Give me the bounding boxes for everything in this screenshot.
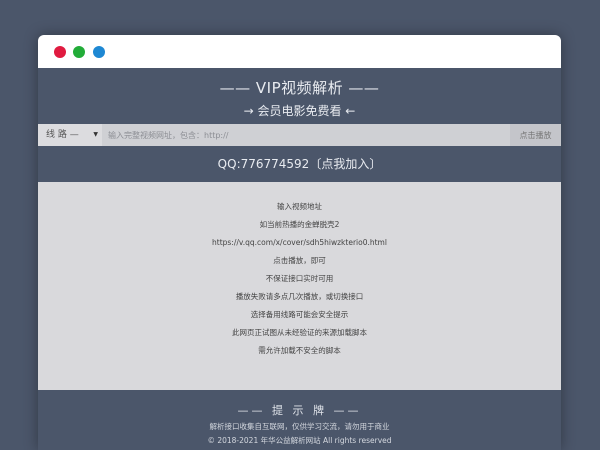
chevron-down-icon: ▼	[93, 131, 98, 138]
line-select-label: 线 路 —	[46, 130, 79, 140]
footer-copyright: © 2018-2021 年华公益解析网站 All rights reserved	[207, 436, 392, 445]
footer-title: —— 提 示 牌 ——	[237, 404, 362, 417]
instruction-line: 需允许加载不安全的脚本	[258, 346, 341, 355]
search-bar: 线 路 — ▼ 点击播放	[38, 124, 561, 146]
instruction-line: 此网页正试图从未经验证的来源加载脚本	[232, 328, 367, 337]
url-input[interactable]	[102, 124, 510, 146]
footer-disclaimer: 解析接口收集自互联网，仅供学习交流，请勿用于商业	[209, 422, 390, 431]
page-header: —— VIP视频解析 —— → 会员电影免费看 ←	[38, 68, 561, 124]
minimize-dot-icon[interactable]	[73, 46, 85, 58]
page-title: —— VIP视频解析 ——	[219, 79, 380, 97]
window-titlebar	[38, 35, 561, 68]
qq-link[interactable]: QQ:776774592〔点我加入〕	[38, 146, 561, 182]
instruction-line: 不保证接口实时可用	[265, 274, 334, 283]
instruction-line: 点击播放，即可	[273, 256, 326, 265]
line-select[interactable]: 线 路 — ▼	[38, 124, 102, 146]
browser-window: —— VIP视频解析 —— → 会员电影免费看 ← 线 路 — ▼ 点击播放 Q…	[38, 35, 561, 450]
instruction-line: 输入视频地址	[277, 202, 322, 211]
play-button[interactable]: 点击播放	[510, 124, 561, 146]
page-subtitle: → 会员电影免费看 ←	[243, 104, 356, 118]
instruction-line: 选择备用线路可能会安全提示	[250, 310, 349, 319]
instruction-line: 播放失败请多点几次播放，或切换接口	[235, 292, 364, 301]
instruction-line: https://v.qq.com/x/cover/sdh5hiwzkterio0…	[212, 238, 387, 247]
close-dot-icon[interactable]	[54, 46, 66, 58]
maximize-dot-icon[interactable]	[93, 46, 105, 58]
page-footer: —— 提 示 牌 —— 解析接口收集自互联网，仅供学习交流，请勿用于商业 © 2…	[38, 390, 561, 446]
instructions-panel: 输入视频地址 如当前热播的金蝉脱壳2 https://v.qq.com/x/co…	[38, 182, 561, 390]
instruction-line: 如当前热播的金蝉脱壳2	[259, 220, 340, 229]
